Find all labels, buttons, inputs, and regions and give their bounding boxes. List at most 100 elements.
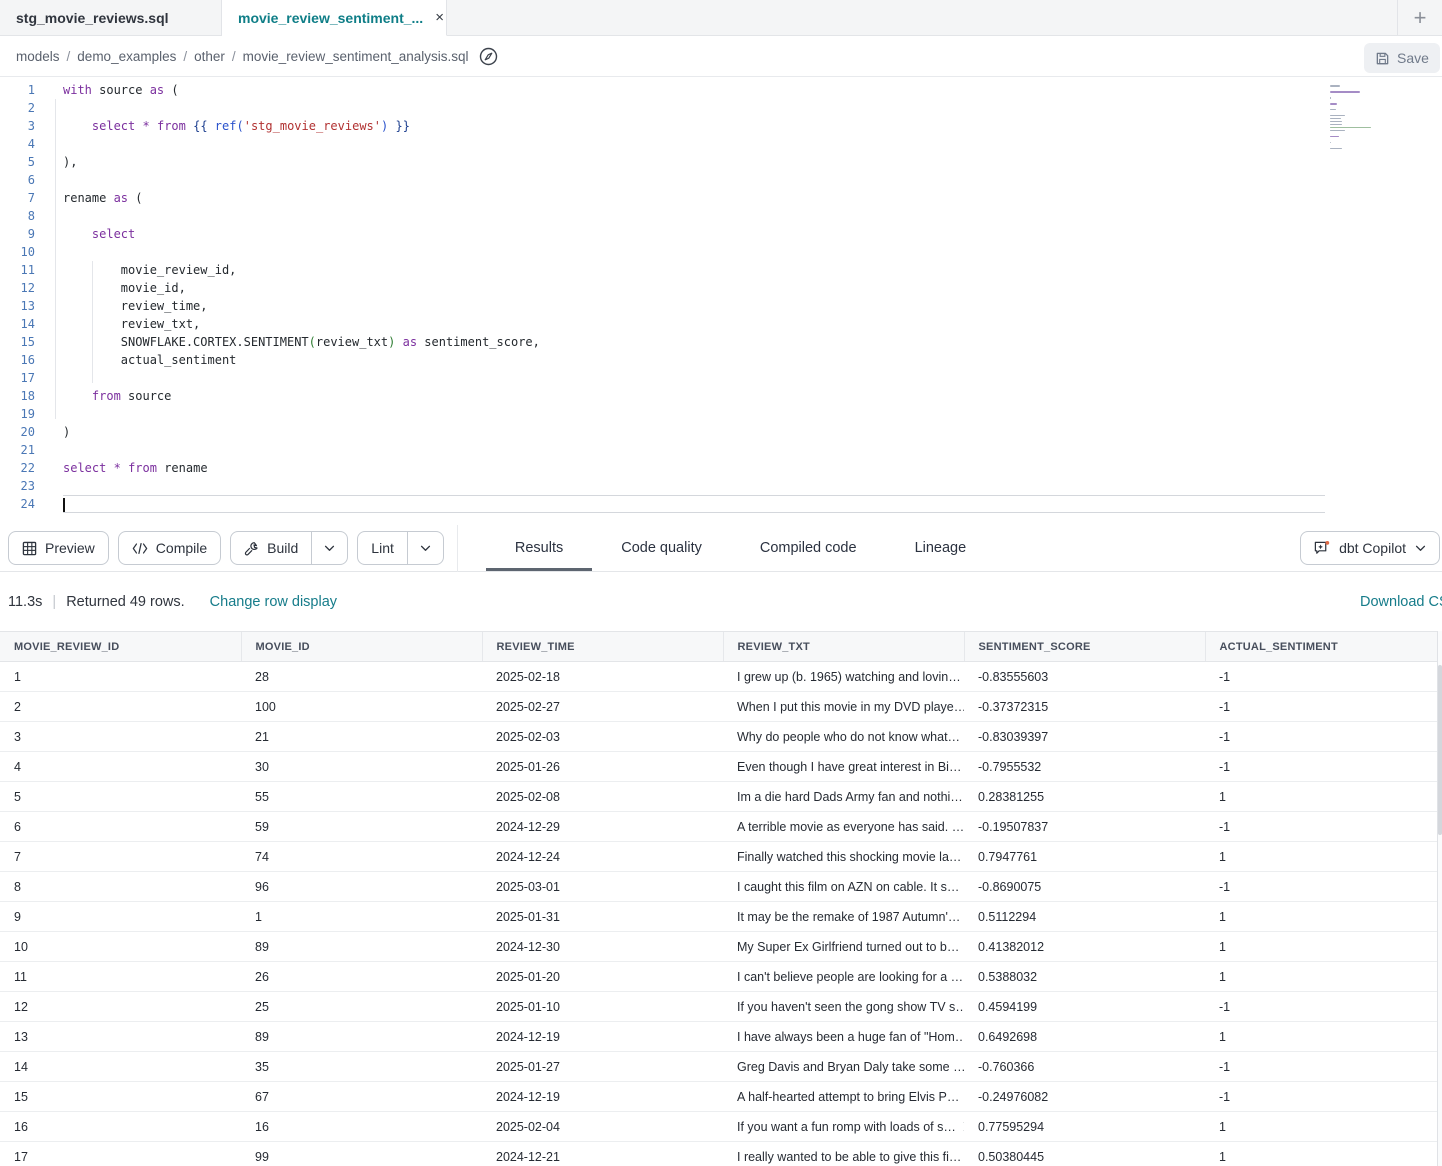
line-code (63, 171, 1325, 189)
table-row[interactable]: 13892024-12-19I have always been a huge … (0, 1022, 1442, 1052)
editor-line[interactable]: 13 review_time, (0, 297, 1442, 315)
save-button[interactable]: Save (1364, 43, 1440, 73)
text-cursor (63, 498, 65, 512)
result-tab-lineage[interactable]: Lineage (886, 525, 996, 571)
editor-line[interactable]: 5), (0, 153, 1442, 171)
editor-line[interactable]: 18 from source (0, 387, 1442, 405)
breadcrumb-separator: / (183, 49, 187, 64)
editor-line[interactable]: 17 (0, 369, 1442, 387)
cell-review_txt: Finally watched this shocking movie la… (723, 842, 964, 872)
file-tab-stg-movie-reviews[interactable]: stg_movie_reviews.sql (0, 0, 222, 35)
cell-actual_sentiment: -1 (1205, 812, 1442, 842)
table-row[interactable]: 21002025-02-27When I put this movie in m… (0, 692, 1442, 722)
editor-line[interactable]: 1with source as ( (0, 81, 1442, 99)
table-row[interactable]: 14352025-01-27Greg Davis and Bryan Daly … (0, 1052, 1442, 1082)
table-row[interactable]: 1282025-02-18I grew up (b. 1965) watchin… (0, 662, 1442, 692)
cell-sentiment_score: 0.41382012 (964, 932, 1205, 962)
breadcrumb-item[interactable]: models (16, 49, 60, 64)
expand-review-icon[interactable] (963, 1121, 964, 1132)
view-docs-icon[interactable] (479, 47, 498, 66)
cell-actual_sentiment: 1 (1205, 1022, 1442, 1052)
editor-line[interactable]: 15 SNOWFLAKE.CORTEX.SENTIMENT(review_txt… (0, 333, 1442, 351)
review-text: I really wanted to be able to give this … (737, 1150, 961, 1164)
table-row[interactable]: 11262025-01-20I can't believe people are… (0, 962, 1442, 992)
line-code (63, 207, 1325, 225)
editor-line[interactable]: 22select * from rename (0, 459, 1442, 477)
table-row[interactable]: 6592024-12-29A terrible movie as everyon… (0, 812, 1442, 842)
code-editor[interactable]: 1with source as (23 select * from {{ ref… (0, 77, 1442, 525)
table-row[interactable]: 3212025-02-03Why do people who do not kn… (0, 722, 1442, 752)
editor-line[interactable]: 9 select (0, 225, 1442, 243)
cell-review_txt: My Super Ex Girlfriend turned out to b… (723, 932, 964, 962)
line-number: 13 (0, 297, 40, 315)
column-header-movie_review_id[interactable]: MOVIE_REVIEW_ID (0, 632, 241, 662)
build-action[interactable]: Build (231, 532, 311, 564)
results-scrollbar[interactable] (1437, 631, 1442, 1166)
lint-action[interactable]: Lint (358, 532, 407, 564)
editor-line[interactable]: 7rename as ( (0, 189, 1442, 207)
table-row[interactable]: 7742024-12-24Finally watched this shocki… (0, 842, 1442, 872)
table-row[interactable]: 17992024-12-21I really wanted to be able… (0, 1142, 1442, 1166)
table-row[interactable]: 4302025-01-26Even though I have great in… (0, 752, 1442, 782)
column-header-actual_sentiment[interactable]: ACTUAL_SENTIMENT (1205, 632, 1442, 662)
column-header-sentiment_score[interactable]: SENTIMENT_SCORE (964, 632, 1205, 662)
lint-dropdown[interactable] (408, 532, 443, 564)
cell-review_txt: I caught this film on AZN on cable. It s… (723, 872, 964, 902)
table-row[interactable]: 12252025-01-10If you haven't seen the go… (0, 992, 1442, 1022)
build-dropdown[interactable] (312, 532, 347, 564)
breadcrumb-item[interactable]: demo_examples (77, 49, 176, 64)
editor-line[interactable]: 2 (0, 99, 1442, 117)
copilot-label: dbt Copilot (1339, 540, 1406, 556)
column-header-review_txt[interactable]: REVIEW_TXT (723, 632, 964, 662)
new-tab-button[interactable]: + (1398, 0, 1442, 35)
table-row[interactable]: 15672024-12-19A half-hearted attempt to … (0, 1082, 1442, 1112)
cell-sentiment_score: 0.77595294 (964, 1112, 1205, 1142)
cell-movie_review_id: 2 (0, 692, 241, 722)
editor-line[interactable]: 11 movie_review_id, (0, 261, 1442, 279)
editor-minimap[interactable] (1330, 85, 1400, 157)
result-tab-code-quality[interactable]: Code quality (592, 525, 731, 571)
save-icon (1375, 51, 1390, 66)
editor-line[interactable]: 6 (0, 171, 1442, 189)
cell-review_time: 2025-01-20 (482, 962, 723, 992)
breadcrumb-item[interactable]: movie_review_sentiment_analysis.sql (243, 49, 469, 64)
dbt-copilot-button[interactable]: dbt Copilot (1300, 531, 1440, 565)
editor-line[interactable]: 14 review_txt, (0, 315, 1442, 333)
change-row-display-link[interactable]: Change row display (210, 594, 337, 610)
line-code (63, 99, 1325, 117)
file-tab-movie-review-sentiment[interactable]: movie_review_sentiment_... × (222, 0, 447, 36)
indent-guide (55, 99, 56, 419)
line-code (63, 477, 1325, 495)
editor-line[interactable]: 4 (0, 135, 1442, 153)
table-row[interactable]: 16162025-02-04If you want a fun romp wit… (0, 1112, 1442, 1142)
table-row[interactable]: 5552025-02-08Im a die hard Dads Army fan… (0, 782, 1442, 812)
editor-line[interactable]: 20) (0, 423, 1442, 441)
cell-review_txt: Even though I have great interest in Bi… (723, 752, 964, 782)
table-row[interactable]: 10892024-12-30My Super Ex Girlfriend tur… (0, 932, 1442, 962)
table-header-row: MOVIE_REVIEW_IDMOVIE_IDREVIEW_TIMEREVIEW… (0, 632, 1442, 662)
table-row[interactable]: 912025-01-31It may be the remake of 1987… (0, 902, 1442, 932)
breadcrumb-item[interactable]: other (194, 49, 225, 64)
editor-line[interactable]: 21 (0, 441, 1442, 459)
editor-line[interactable]: 19 (0, 405, 1442, 423)
cell-review_time: 2025-01-31 (482, 902, 723, 932)
result-tab-results[interactable]: Results (486, 525, 592, 571)
editor-line[interactable]: 16 actual_sentiment (0, 351, 1442, 369)
scrollbar-thumb[interactable] (1438, 665, 1442, 835)
editor-line[interactable]: 3 select * from {{ ref('stg_movie_review… (0, 117, 1442, 135)
editor-line[interactable]: 23 (0, 477, 1442, 495)
result-tab-compiled-code[interactable]: Compiled code (731, 525, 886, 571)
column-header-review_time[interactable]: REVIEW_TIME (482, 632, 723, 662)
editor-line[interactable]: 8 (0, 207, 1442, 225)
close-tab-icon[interactable]: × (433, 9, 446, 26)
review-text: Why do people who do not know what… (737, 730, 960, 744)
download-csv-link[interactable]: Download CSV (1360, 594, 1442, 610)
editor-line[interactable]: 24 (0, 495, 1442, 513)
column-header-movie_id[interactable]: MOVIE_ID (241, 632, 482, 662)
compile-button[interactable]: Compile (118, 531, 221, 565)
editor-line[interactable]: 12 movie_id, (0, 279, 1442, 297)
preview-button[interactable]: Preview (8, 531, 109, 565)
editor-line[interactable]: 10 (0, 243, 1442, 261)
table-row[interactable]: 8962025-03-01I caught this film on AZN o… (0, 872, 1442, 902)
cell-movie_review_id: 6 (0, 812, 241, 842)
